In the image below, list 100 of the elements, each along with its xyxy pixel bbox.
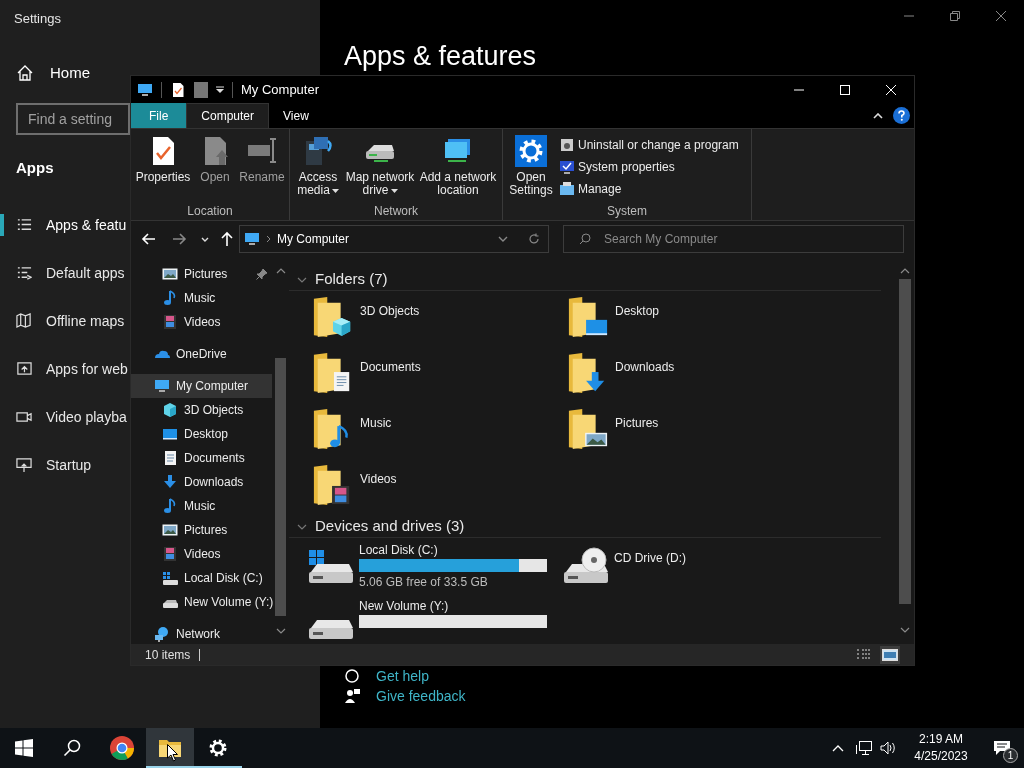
folder-icon[interactable] — [567, 406, 609, 452]
ribbon-label: Open — [200, 171, 230, 184]
nav-item[interactable]: 3D Objects — [131, 398, 272, 422]
taskbar-button[interactable] — [146, 728, 194, 768]
cd-drive-icon[interactable] — [562, 546, 610, 586]
nav-item[interactable]: New Volume (Y:) — [131, 590, 272, 614]
chevron-up-icon[interactable] — [832, 744, 844, 752]
notification-button[interactable]: 1 — [980, 728, 1024, 768]
nav-item[interactable]: Pictures — [184, 265, 228, 283]
ribbon-label[interactable]: Add a network location — [418, 171, 498, 197]
folder-item[interactable]: 3D Objects — [360, 302, 420, 320]
scroll-up-icon[interactable] — [900, 268, 910, 274]
folder-icon[interactable] — [567, 294, 609, 340]
nav-item[interactable]: Documents — [131, 446, 272, 470]
nav-item[interactable]: Video playba — [46, 406, 127, 428]
nav-item[interactable]: Default apps — [46, 262, 125, 284]
downloads-icon — [162, 474, 178, 490]
up-icon[interactable] — [221, 231, 233, 247]
clock-time[interactable]: 2:19 AM — [919, 731, 963, 748]
document-icon[interactable] — [194, 81, 208, 98]
nav-item[interactable]: Pictures — [131, 518, 272, 542]
volume-icon[interactable] — [880, 741, 896, 755]
home-link[interactable]: Home — [50, 62, 90, 85]
nav-item[interactable]: Videos — [184, 313, 221, 331]
free-space-text: 5.06 GB free of 33.5 GB — [359, 574, 489, 590]
close-icon[interactable] — [996, 11, 1006, 21]
properties-icon[interactable] — [170, 81, 186, 98]
network-icon[interactable] — [856, 741, 872, 755]
nav-item[interactable]: Apps & featu — [46, 214, 127, 236]
ribbon-label[interactable]: Access media — [294, 171, 342, 197]
nav-item[interactable]: Downloads — [131, 470, 272, 494]
folder-item[interactable]: Documents — [360, 358, 421, 376]
search-icon — [63, 739, 81, 757]
collapse-icon[interactable] — [873, 112, 883, 119]
ribbon-label[interactable]: Manage — [578, 179, 622, 198]
nav-icon — [16, 313, 32, 329]
drive-name[interactable]: New Volume (Y:) — [359, 598, 547, 614]
nav-item[interactable]: Music — [184, 289, 216, 307]
nav-item[interactable]: Apps for web — [46, 358, 128, 380]
ribbon-label: Rename — [239, 171, 285, 184]
folder-item[interactable]: Music — [360, 414, 392, 432]
program-icon[interactable] — [559, 136, 575, 153]
clock-date[interactable]: 4/25/2023 — [914, 748, 968, 765]
scroll-up-icon[interactable] — [275, 268, 286, 274]
search-field[interactable]: Find a setting — [16, 103, 130, 135]
nav-item[interactable]: Startup — [46, 454, 92, 476]
monitor-check-icon[interactable] — [559, 158, 575, 175]
ribbon-tab[interactable]: File — [131, 103, 187, 128]
nav-item[interactable]: Desktop — [131, 422, 272, 446]
scrollbar-thumb[interactable] — [899, 279, 911, 604]
videos-icon — [162, 546, 178, 562]
ribbon-label[interactable]: System properties — [578, 157, 675, 176]
nav-item[interactable]: Offline maps — [46, 310, 125, 332]
nav-item[interactable]: Network — [131, 622, 272, 644]
address-bar[interactable]: My Computer — [239, 225, 549, 253]
folder-item[interactable]: Pictures — [615, 414, 659, 432]
nav-item[interactable]: Videos — [131, 542, 272, 566]
ribbon-label[interactable]: Open Settings — [507, 171, 555, 197]
window-title: Settings — [14, 10, 61, 28]
group-header[interactable]: Devices and drives (3) — [315, 515, 465, 538]
nav-icon — [16, 265, 32, 281]
notification-count: 1 — [1003, 748, 1018, 763]
ribbon-tab[interactable]: Computer — [186, 103, 270, 128]
link[interactable]: Get help — [376, 668, 429, 684]
scrollbar-thumb[interactable] — [275, 358, 286, 616]
caret-icon[interactable] — [216, 85, 224, 94]
drive-name[interactable]: CD Drive (D:) — [614, 550, 686, 566]
ribbon-tab[interactable]: View — [269, 103, 323, 128]
nav-item[interactable]: Music — [131, 494, 272, 518]
refresh-icon[interactable] — [528, 233, 540, 245]
nav-item[interactable]: Local Disk (C:) — [131, 566, 272, 590]
back-icon[interactable] — [141, 231, 157, 247]
ribbon-label[interactable]: Uninstall or change a program — [578, 135, 739, 154]
selected-nav-item[interactable]: My Computer — [131, 374, 272, 398]
maximize-icon[interactable] — [840, 84, 850, 95]
link[interactable]: Give feedback — [376, 688, 466, 704]
scroll-down-icon[interactable] — [900, 627, 910, 633]
ribbon-label[interactable]: Properties — [135, 171, 191, 184]
ribbon-label[interactable]: Map network drive — [344, 171, 416, 197]
address-text: My Computer — [277, 231, 350, 248]
group-label: Network — [373, 203, 419, 220]
help-icon[interactable] — [893, 107, 910, 124]
folder-item[interactable]: Desktop — [615, 302, 660, 320]
folder-item[interactable]: Videos — [360, 470, 397, 488]
pin-icon[interactable] — [256, 268, 268, 280]
restore-icon[interactable] — [950, 11, 960, 21]
settings-icon[interactable] — [515, 135, 547, 167]
search-icon — [579, 233, 591, 245]
drive-name[interactable]: Local Disk (C:) — [359, 542, 547, 558]
desktop-icon — [162, 426, 178, 442]
caret-icon[interactable] — [390, 188, 398, 193]
search-field[interactable]: Search My Computer — [563, 225, 904, 253]
tiles-view-icon[interactable] — [880, 645, 900, 664]
home-icon — [16, 64, 34, 83]
forward-icon[interactable] — [171, 231, 187, 247]
group-header[interactable]: Folders (7) — [315, 268, 388, 291]
scroll-down-icon[interactable] — [275, 628, 286, 634]
caret-icon[interactable] — [331, 188, 339, 193]
folder-item[interactable]: Downloads — [615, 358, 675, 376]
nav-item[interactable]: OneDrive — [131, 342, 272, 366]
